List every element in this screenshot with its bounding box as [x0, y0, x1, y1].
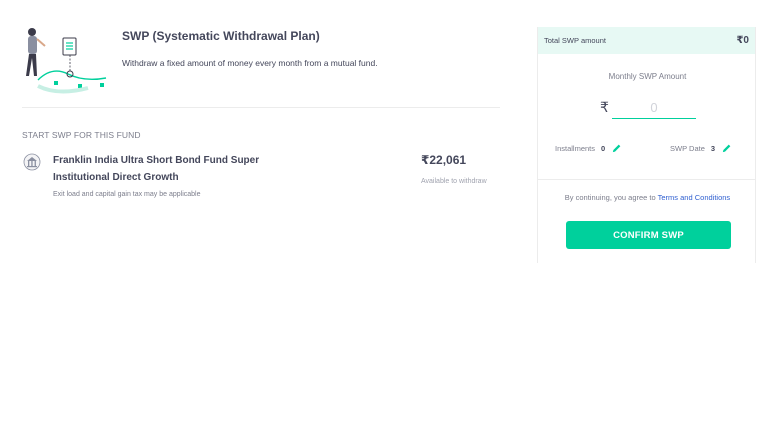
installments-label: Installments: [555, 144, 596, 153]
page-description: Withdraw a fixed amount of money every m…: [122, 58, 378, 68]
monthly-swp-label: Monthly SWP Amount: [608, 72, 687, 81]
terms-prefix: By continuing, you agree to: [564, 193, 658, 202]
terms-text: By continuing, you agree to Terms and Co…: [538, 193, 757, 202]
monthly-amount-input[interactable]: [612, 97, 696, 119]
total-swp-header: Total SWP amount ₹0: [538, 27, 755, 54]
fund-name[interactable]: Franklin India Ultra Short Bond Fund Sup…: [53, 152, 283, 186]
total-swp-value: ₹0: [736, 35, 749, 46]
fund-tax-note: Exit load and capital gain tax may be ap…: [53, 191, 201, 198]
temple-logo-icon: [23, 153, 41, 171]
swp-order-panel: Total SWP amount ₹0 Monthly SWP Amount ₹…: [537, 27, 756, 263]
page-title: SWP (Systematic Withdrawal Plan): [122, 29, 320, 43]
available-amount: ₹22,061: [421, 153, 467, 167]
divider: [538, 179, 755, 180]
edit-installments-pencil-icon[interactable]: [611, 143, 622, 154]
available-amount-caption: Available to withdraw: [421, 178, 487, 185]
swp-date-label: SWP Date: [670, 144, 705, 153]
swp-date-value: 3: [710, 144, 716, 153]
divider: [22, 107, 500, 108]
swp-date-row: SWP Date 3: [670, 143, 732, 154]
fund-details-section: SWP (Systematic Withdrawal Plan) Withdra…: [0, 0, 510, 432]
installments-row: Installments 0: [555, 143, 622, 154]
section-label: START SWP FOR THIS FUND: [22, 130, 141, 140]
installments-value: 0: [601, 144, 606, 153]
swp-illustration-icon: [26, 28, 107, 94]
edit-swp-date-pencil-icon[interactable]: [721, 143, 732, 154]
confirm-swp-button[interactable]: CONFIRM SWP: [566, 221, 731, 249]
total-swp-label: Total SWP amount: [544, 36, 606, 45]
terms-and-conditions-link[interactable]: Terms and Conditions: [658, 193, 731, 202]
rupee-symbol: ₹: [600, 99, 609, 115]
